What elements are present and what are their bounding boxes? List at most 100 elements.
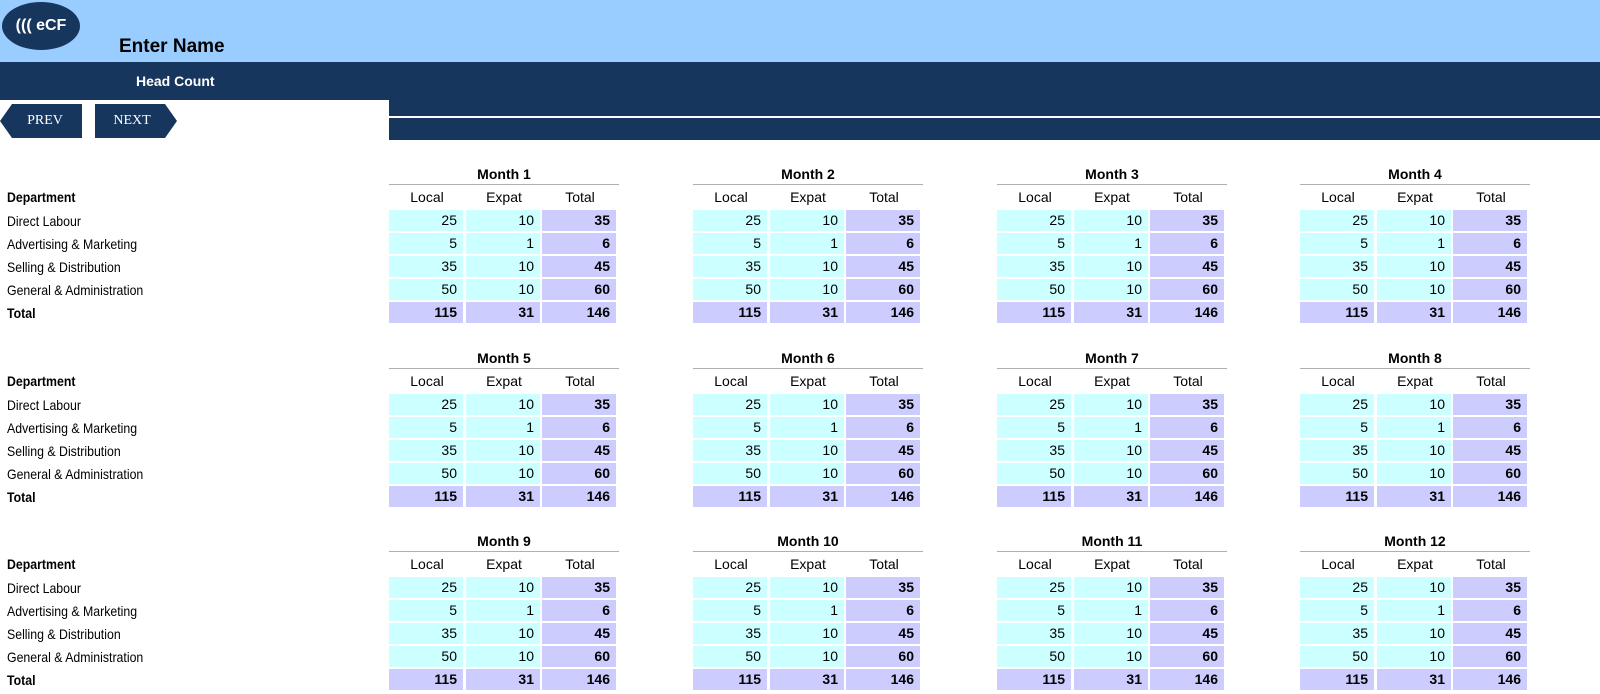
expat-input-cell[interactable]: 1 [770,600,844,621]
local-input-cell[interactable]: 35 [693,440,767,461]
local-input-cell[interactable]: 5 [389,417,463,438]
expat-input-cell[interactable]: 10 [466,577,540,598]
local-input-cell[interactable]: 5 [1300,600,1374,621]
expat-input-cell[interactable]: 10 [770,623,844,644]
local-input-cell[interactable]: 35 [389,440,463,461]
local-input-cell[interactable]: 25 [389,210,463,231]
expat-input-cell[interactable]: 10 [1377,646,1451,667]
local-input-cell[interactable]: 25 [1300,577,1374,598]
local-input-cell[interactable]: 50 [693,279,767,300]
local-input-cell[interactable]: 50 [1300,463,1374,484]
expat-input-cell[interactable]: 1 [1074,417,1148,438]
local-input-cell[interactable]: 50 [693,463,767,484]
local-input-cell[interactable]: 25 [997,577,1071,598]
expat-input-cell[interactable]: 1 [1377,417,1451,438]
expat-input-cell[interactable]: 10 [1377,210,1451,231]
prev-button[interactable]: PREV [0,104,82,138]
expat-input-cell[interactable]: 10 [1074,577,1148,598]
expat-input-cell[interactable]: 10 [1377,623,1451,644]
expat-input-cell[interactable]: 1 [466,233,540,254]
expat-input-cell[interactable]: 10 [1377,394,1451,415]
expat-input-cell[interactable]: 10 [466,210,540,231]
local-input-cell[interactable]: 5 [1300,233,1374,254]
local-input-cell[interactable]: 35 [997,256,1071,277]
local-input-cell[interactable]: 50 [997,646,1071,667]
expat-input-cell[interactable]: 10 [1377,577,1451,598]
local-input-cell[interactable]: 35 [997,440,1071,461]
local-input-cell[interactable]: 25 [389,577,463,598]
expat-input-cell[interactable]: 10 [1074,440,1148,461]
expat-input-cell[interactable]: 10 [1074,623,1148,644]
local-input-cell[interactable]: 50 [389,646,463,667]
local-input-cell[interactable]: 5 [389,600,463,621]
expat-input-cell[interactable]: 10 [1377,463,1451,484]
local-input-cell[interactable]: 50 [1300,279,1374,300]
local-input-cell[interactable]: 35 [389,256,463,277]
next-button[interactable]: NEXT [95,104,177,138]
local-input-cell[interactable]: 25 [1300,394,1374,415]
expat-input-cell[interactable]: 10 [1074,646,1148,667]
expat-input-cell[interactable]: 10 [1074,463,1148,484]
expat-input-cell[interactable]: 1 [1377,600,1451,621]
expat-input-cell[interactable]: 10 [466,463,540,484]
expat-input-cell[interactable]: 10 [770,440,844,461]
expat-input-cell[interactable]: 1 [1074,233,1148,254]
local-input-cell[interactable]: 50 [997,463,1071,484]
local-input-cell[interactable]: 25 [693,394,767,415]
local-input-cell[interactable]: 25 [693,210,767,231]
local-input-cell[interactable]: 35 [1300,623,1374,644]
local-input-cell[interactable]: 35 [693,256,767,277]
expat-input-cell[interactable]: 10 [1074,210,1148,231]
row-total-cell: 6 [1150,600,1224,621]
expat-input-cell[interactable]: 10 [770,463,844,484]
local-input-cell[interactable]: 35 [1300,440,1374,461]
local-input-cell[interactable]: 25 [997,394,1071,415]
expat-input-cell[interactable]: 10 [1074,394,1148,415]
local-input-cell[interactable]: 50 [389,463,463,484]
expat-input-cell[interactable]: 10 [770,210,844,231]
expat-input-cell[interactable]: 10 [1074,279,1148,300]
expat-input-cell[interactable]: 1 [770,233,844,254]
expat-input-cell[interactable]: 1 [770,417,844,438]
local-input-cell[interactable]: 5 [1300,417,1374,438]
expat-input-cell[interactable]: 1 [466,600,540,621]
company-name[interactable]: Enter Name [119,36,225,58]
local-input-cell[interactable]: 35 [997,623,1071,644]
local-input-cell[interactable]: 5 [997,600,1071,621]
local-input-cell[interactable]: 5 [693,417,767,438]
expat-input-cell[interactable]: 10 [1377,256,1451,277]
expat-input-cell[interactable]: 10 [1377,440,1451,461]
local-input-cell[interactable]: 35 [693,623,767,644]
expat-input-cell[interactable]: 10 [770,646,844,667]
local-input-cell[interactable]: 25 [389,394,463,415]
expat-input-cell[interactable]: 10 [466,256,540,277]
local-input-cell[interactable]: 25 [693,577,767,598]
local-input-cell[interactable]: 50 [389,279,463,300]
expat-input-cell[interactable]: 1 [466,417,540,438]
local-input-cell[interactable]: 50 [693,646,767,667]
local-input-cell[interactable]: 5 [389,233,463,254]
expat-input-cell[interactable]: 10 [1377,279,1451,300]
local-input-cell[interactable]: 5 [997,233,1071,254]
expat-input-cell[interactable]: 10 [770,256,844,277]
expat-input-cell[interactable]: 10 [466,646,540,667]
local-input-cell[interactable]: 25 [997,210,1071,231]
expat-input-cell[interactable]: 10 [1074,256,1148,277]
expat-input-cell[interactable]: 1 [1377,233,1451,254]
local-input-cell[interactable]: 35 [1300,256,1374,277]
expat-input-cell[interactable]: 10 [466,279,540,300]
expat-input-cell[interactable]: 10 [466,440,540,461]
expat-input-cell[interactable]: 10 [770,279,844,300]
local-input-cell[interactable]: 5 [997,417,1071,438]
local-input-cell[interactable]: 50 [1300,646,1374,667]
local-input-cell[interactable]: 5 [693,600,767,621]
local-input-cell[interactable]: 35 [389,623,463,644]
expat-input-cell[interactable]: 1 [1074,600,1148,621]
local-input-cell[interactable]: 25 [1300,210,1374,231]
expat-input-cell[interactable]: 10 [770,394,844,415]
expat-input-cell[interactable]: 10 [466,394,540,415]
expat-input-cell[interactable]: 10 [770,577,844,598]
expat-input-cell[interactable]: 10 [466,623,540,644]
local-input-cell[interactable]: 50 [997,279,1071,300]
local-input-cell[interactable]: 5 [693,233,767,254]
